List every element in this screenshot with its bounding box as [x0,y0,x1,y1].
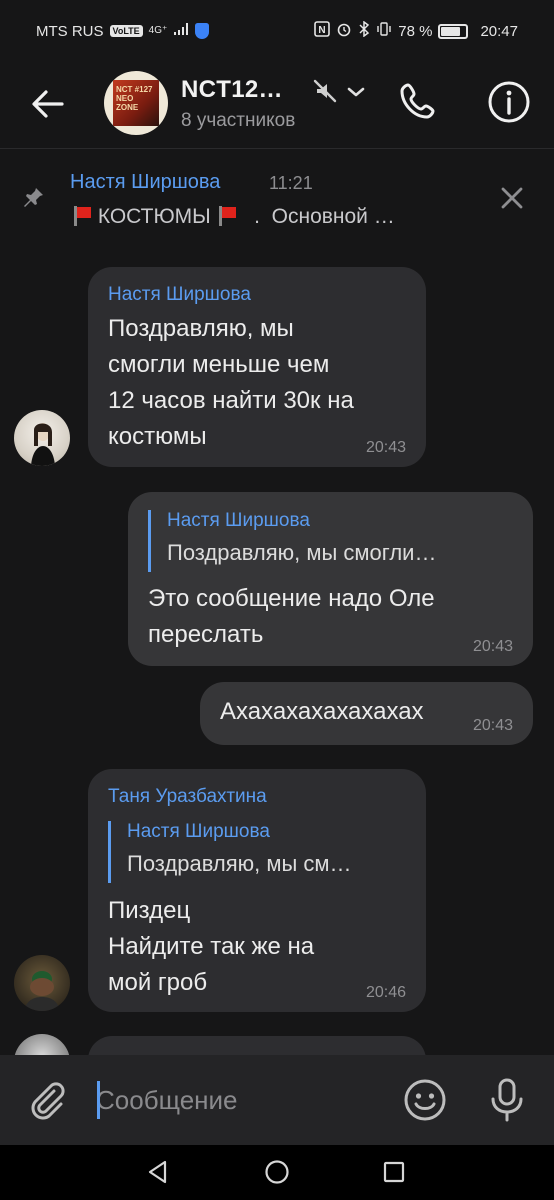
avatar[interactable] [14,955,70,1011]
status-right: N 78 % 20:47 [314,20,518,41]
text-cursor [97,1081,100,1119]
info-icon [488,81,530,123]
triangle-back-icon [148,1160,167,1184]
smiley-icon [404,1079,446,1121]
avatar[interactable] [14,1034,70,1055]
red-flag-icon [72,206,92,226]
nav-recents-button[interactable] [382,1160,406,1184]
message-line: переслать [148,621,264,648]
chat-avatar[interactable]: NCT #127 NEO ZONE [104,71,168,135]
pinned-text-tail: . Основной … [242,205,395,228]
chat-header: NCT #127 NEO ZONE NCT12… 8 участников [0,62,554,148]
reply-quote[interactable]: Настя Ширшова Поздравляю, мы смогли… [148,510,436,572]
pinned-text-main: КОСТЮМЫ [97,205,211,228]
square-recents-icon [383,1161,405,1183]
call-button[interactable] [396,80,438,122]
network-type: 4G⁺ [148,25,168,36]
pinned-message[interactable]: Настя Ширшова 11:21 КОСТЮМЫ . Основной … [0,149,554,241]
muted-icon [312,78,338,104]
message-text: Это сообщение надо Оле переслать [148,581,435,653]
close-pinned-button[interactable] [496,182,528,214]
reply-author: Настя Ширшова [127,821,270,842]
battery-icon [438,23,469,39]
message-text: Ахахахахахахахах [220,698,424,725]
message-time: 20:43 [472,638,513,655]
clock: 20:47 [480,22,518,40]
reply-text: Поздравляю, мы см… [127,851,352,876]
message-input[interactable] [96,1080,386,1120]
back-button[interactable] [28,84,68,124]
reply-quote[interactable]: Настя Ширшова Поздравляю, мы см… [108,821,352,883]
message-text: Пиздец Найдите так же на мой гроб [108,893,314,1001]
message-time: 20:43 [365,439,406,456]
red-flag-icon [217,206,237,226]
battery-percent: 78 % [398,22,433,40]
volte-badge: VoLTE [109,25,143,37]
nav-back-button[interactable] [145,1159,171,1185]
emoji-button[interactable] [403,1078,447,1122]
nav-home-button[interactable] [264,1159,290,1185]
status-bar: MTS RUS VoLTE 4G⁺ N 78 % 20:47 [0,0,554,62]
pinned-author: Настя Ширшова [70,171,221,193]
message-line: 12 часов найти 30к на [108,387,354,414]
nfc-icon: N [314,21,331,41]
close-icon [501,187,523,209]
avatar[interactable] [14,410,70,466]
message-text: Поздравляю, мы смогли меньше чем 12 часо… [108,311,354,455]
message-line: Поздравляю, мы [108,315,294,342]
message-bubble[interactable] [88,1036,426,1055]
attach-button[interactable] [26,1079,68,1121]
message-composer [0,1055,554,1145]
message-line: Найдите так же на [108,933,315,960]
info-button[interactable] [486,79,532,125]
carrier-label: MTS RUS [36,22,104,40]
svg-text:N: N [319,25,326,36]
signal-icon [173,22,189,40]
chat-title[interactable]: NCT12… [181,76,283,104]
microphone-icon [491,1078,523,1122]
vibrate-icon [376,21,392,41]
message-time: 20:43 [472,717,513,734]
pinned-text: КОСТЮМЫ . Основной … [72,205,395,229]
bluetooth-icon [358,20,370,41]
reply-text: Поздравляю, мы смогли… [167,540,437,565]
chat-subtitle[interactable]: 8 участников [181,110,295,132]
message-line: костюмы [108,423,207,450]
message-bubble[interactable]: Таня Уразбахтина Настя Ширшова Поздравля… [88,769,426,1012]
message-bubble-outgoing[interactable]: Настя Ширшова Поздравляю, мы смогли… Это… [128,492,533,666]
message-line: мой гроб [108,969,208,996]
message-time: 20:46 [365,984,406,1001]
message-list[interactable]: Настя Ширшова Поздравляю, мы смогли мень… [0,241,554,1055]
arrow-left-icon [32,90,64,118]
phone-icon [400,83,435,119]
message-line: Пиздец [108,897,191,924]
voice-message-button[interactable] [485,1077,529,1123]
status-left: MTS RUS VoLTE 4G⁺ [36,22,210,40]
avatar-text: NCT #127 NEO ZONE [116,85,153,112]
battery-fill [441,26,461,36]
pin-icon [22,185,46,209]
pinned-time: 11:21 [269,173,313,193]
system-nav-bar [0,1145,554,1200]
reply-author: Настя Ширшова [167,510,310,531]
message-bubble-outgoing[interactable]: Ахахахахахахахах 20:43 [200,682,533,745]
message-line: Это сообщение надо Оле [148,585,435,612]
message-author[interactable]: Настя Ширшова [108,284,251,306]
circle-home-icon [265,1160,289,1184]
message-author[interactable]: Таня Уразбахтина [108,786,267,808]
security-shield-icon [195,23,210,39]
message-bubble[interactable]: Настя Ширшова Поздравляю, мы смогли мень… [88,267,426,467]
chevron-down-icon[interactable] [344,80,368,104]
alarm-icon [336,21,352,41]
paperclip-icon [31,1082,65,1120]
message-line: смогли меньше чем [108,351,330,378]
